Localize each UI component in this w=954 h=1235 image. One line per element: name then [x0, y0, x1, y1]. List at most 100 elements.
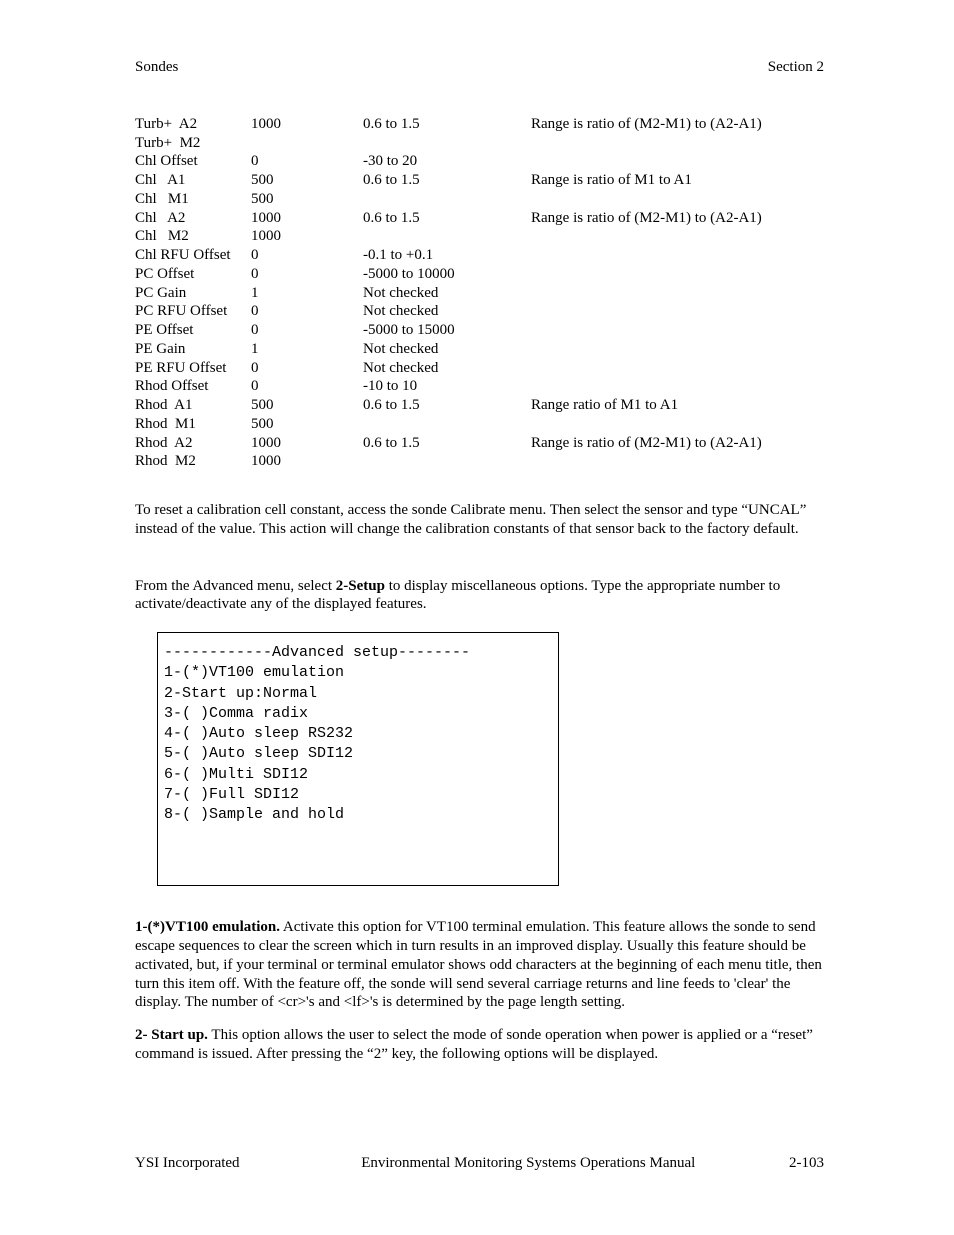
setup-pre: From the Advanced menu, select — [135, 578, 336, 594]
cell-def: 0 — [251, 152, 363, 171]
cell-range: -0.1 to +0.1 — [363, 246, 531, 265]
cell-note — [531, 134, 762, 153]
table-row: Chl A15000.6 to 1.5Range is ratio of M1 … — [135, 171, 762, 190]
footer-left: YSI Incorporated — [135, 1154, 240, 1173]
cell-def: 1000 — [251, 452, 363, 471]
cell-range: Not checked — [363, 340, 531, 359]
cell-def: 0 — [251, 321, 363, 340]
cell-note — [531, 284, 762, 303]
table-row: Turb+ M2 — [135, 134, 762, 153]
cell-note — [531, 377, 762, 396]
cell-note — [531, 415, 762, 434]
cell-note — [531, 227, 762, 246]
desc-2-title: 2- Start up. — [135, 1027, 208, 1043]
table-row: PC Gain1Not checked — [135, 284, 762, 303]
cell-note: Range ratio of M1 to A1 — [531, 396, 762, 415]
cell-range — [363, 227, 531, 246]
cell-note — [531, 452, 762, 471]
cell-range: 0.6 to 1.5 — [363, 171, 531, 190]
cell-range: -10 to 10 — [363, 377, 531, 396]
cell-def: 1 — [251, 284, 363, 303]
cell-range: 0.6 to 1.5 — [363, 434, 531, 453]
cell-def: 1000 — [251, 227, 363, 246]
cell-range — [363, 452, 531, 471]
cell-param: PC RFU Offset — [135, 302, 251, 321]
page-header: Sondes Section 2 — [135, 58, 824, 77]
table-row: Rhod Offset0-10 to 10 — [135, 377, 762, 396]
cell-def: 1 — [251, 340, 363, 359]
cell-param: Rhod A1 — [135, 396, 251, 415]
cell-def: 0 — [251, 359, 363, 378]
cell-param: PE Gain — [135, 340, 251, 359]
cell-param: Rhod Offset — [135, 377, 251, 396]
cell-def: 0 — [251, 377, 363, 396]
cell-range: -30 to 20 — [363, 152, 531, 171]
footer-right: 2-103 — [789, 1154, 824, 1173]
desc-2-body: This option allows the user to select th… — [135, 1027, 813, 1062]
cell-param: Chl Offset — [135, 152, 251, 171]
cell-note — [531, 359, 762, 378]
cell-def — [251, 134, 363, 153]
desc-1: 1-(*)VT100 emulation. Activate this opti… — [135, 918, 824, 1012]
cell-note — [531, 190, 762, 209]
cell-param: PC Gain — [135, 284, 251, 303]
calibration-table: Turb+ A210000.6 to 1.5Range is ratio of … — [135, 115, 762, 471]
cell-param: Chl A2 — [135, 209, 251, 228]
cell-range: Not checked — [363, 284, 531, 303]
cell-note — [531, 265, 762, 284]
cell-param: Rhod M1 — [135, 415, 251, 434]
table-row: Rhod A15000.6 to 1.5Range ratio of M1 to… — [135, 396, 762, 415]
cell-param: Chl A1 — [135, 171, 251, 190]
cell-range: -5000 to 10000 — [363, 265, 531, 284]
cell-note — [531, 246, 762, 265]
table-row: Chl RFU Offset0-0.1 to +0.1 — [135, 246, 762, 265]
cell-param: Chl M2 — [135, 227, 251, 246]
table-row: PE Offset0-5000 to 15000 — [135, 321, 762, 340]
cell-note: Range is ratio of (M2-M1) to (A2-A1) — [531, 115, 762, 134]
cell-def: 500 — [251, 396, 363, 415]
table-row: PE Gain1Not checked — [135, 340, 762, 359]
cell-def: 500 — [251, 171, 363, 190]
table-row: Chl M1500 — [135, 190, 762, 209]
table-row: Chl A210000.6 to 1.5Range is ratio of (M… — [135, 209, 762, 228]
table-row: Rhod M21000 — [135, 452, 762, 471]
descriptions: 1-(*)VT100 emulation. Activate this opti… — [135, 918, 824, 1063]
cell-note: Range is ratio of M1 to A1 — [531, 171, 762, 190]
page-footer: YSI Incorporated Environmental Monitorin… — [135, 1154, 824, 1173]
cell-note — [531, 302, 762, 321]
cell-param: Turb+ M2 — [135, 134, 251, 153]
cell-range: Not checked — [363, 359, 531, 378]
table-row: PE RFU Offset0Not checked — [135, 359, 762, 378]
cell-note: Range is ratio of (M2-M1) to (A2-A1) — [531, 209, 762, 228]
footer-center: Environmental Monitoring Systems Operati… — [361, 1154, 695, 1173]
cell-range — [363, 415, 531, 434]
header-right: Section 2 — [768, 58, 824, 77]
cell-note — [531, 321, 762, 340]
setup-bold: 2-Setup — [336, 578, 385, 594]
cell-def: 500 — [251, 190, 363, 209]
setup-paragraph: From the Advanced menu, select 2-Setup t… — [135, 577, 824, 615]
desc-1-title: 1-(*)VT100 emulation. — [135, 919, 280, 935]
table-row: Chl Offset0-30 to 20 — [135, 152, 762, 171]
header-left: Sondes — [135, 58, 178, 77]
cell-range: 0.6 to 1.5 — [363, 209, 531, 228]
cell-def: 500 — [251, 415, 363, 434]
cell-def: 1000 — [251, 209, 363, 228]
table-row: Rhod A210000.6 to 1.5Range is ratio of (… — [135, 434, 762, 453]
cell-range: 0.6 to 1.5 — [363, 115, 531, 134]
cell-def: 1000 — [251, 434, 363, 453]
cell-param: Chl RFU Offset — [135, 246, 251, 265]
cell-def: 0 — [251, 246, 363, 265]
cell-note — [531, 152, 762, 171]
cell-range: 0.6 to 1.5 — [363, 396, 531, 415]
cell-param: Chl M1 — [135, 190, 251, 209]
cell-def: 0 — [251, 265, 363, 284]
table-row: Turb+ A210000.6 to 1.5Range is ratio of … — [135, 115, 762, 134]
cell-note — [531, 340, 762, 359]
cell-range: Not checked — [363, 302, 531, 321]
cell-param: PE Offset — [135, 321, 251, 340]
cell-param: Turb+ A2 — [135, 115, 251, 134]
cell-note: Range is ratio of (M2-M1) to (A2-A1) — [531, 434, 762, 453]
table-row: PC Offset0-5000 to 10000 — [135, 265, 762, 284]
cell-param: PC Offset — [135, 265, 251, 284]
